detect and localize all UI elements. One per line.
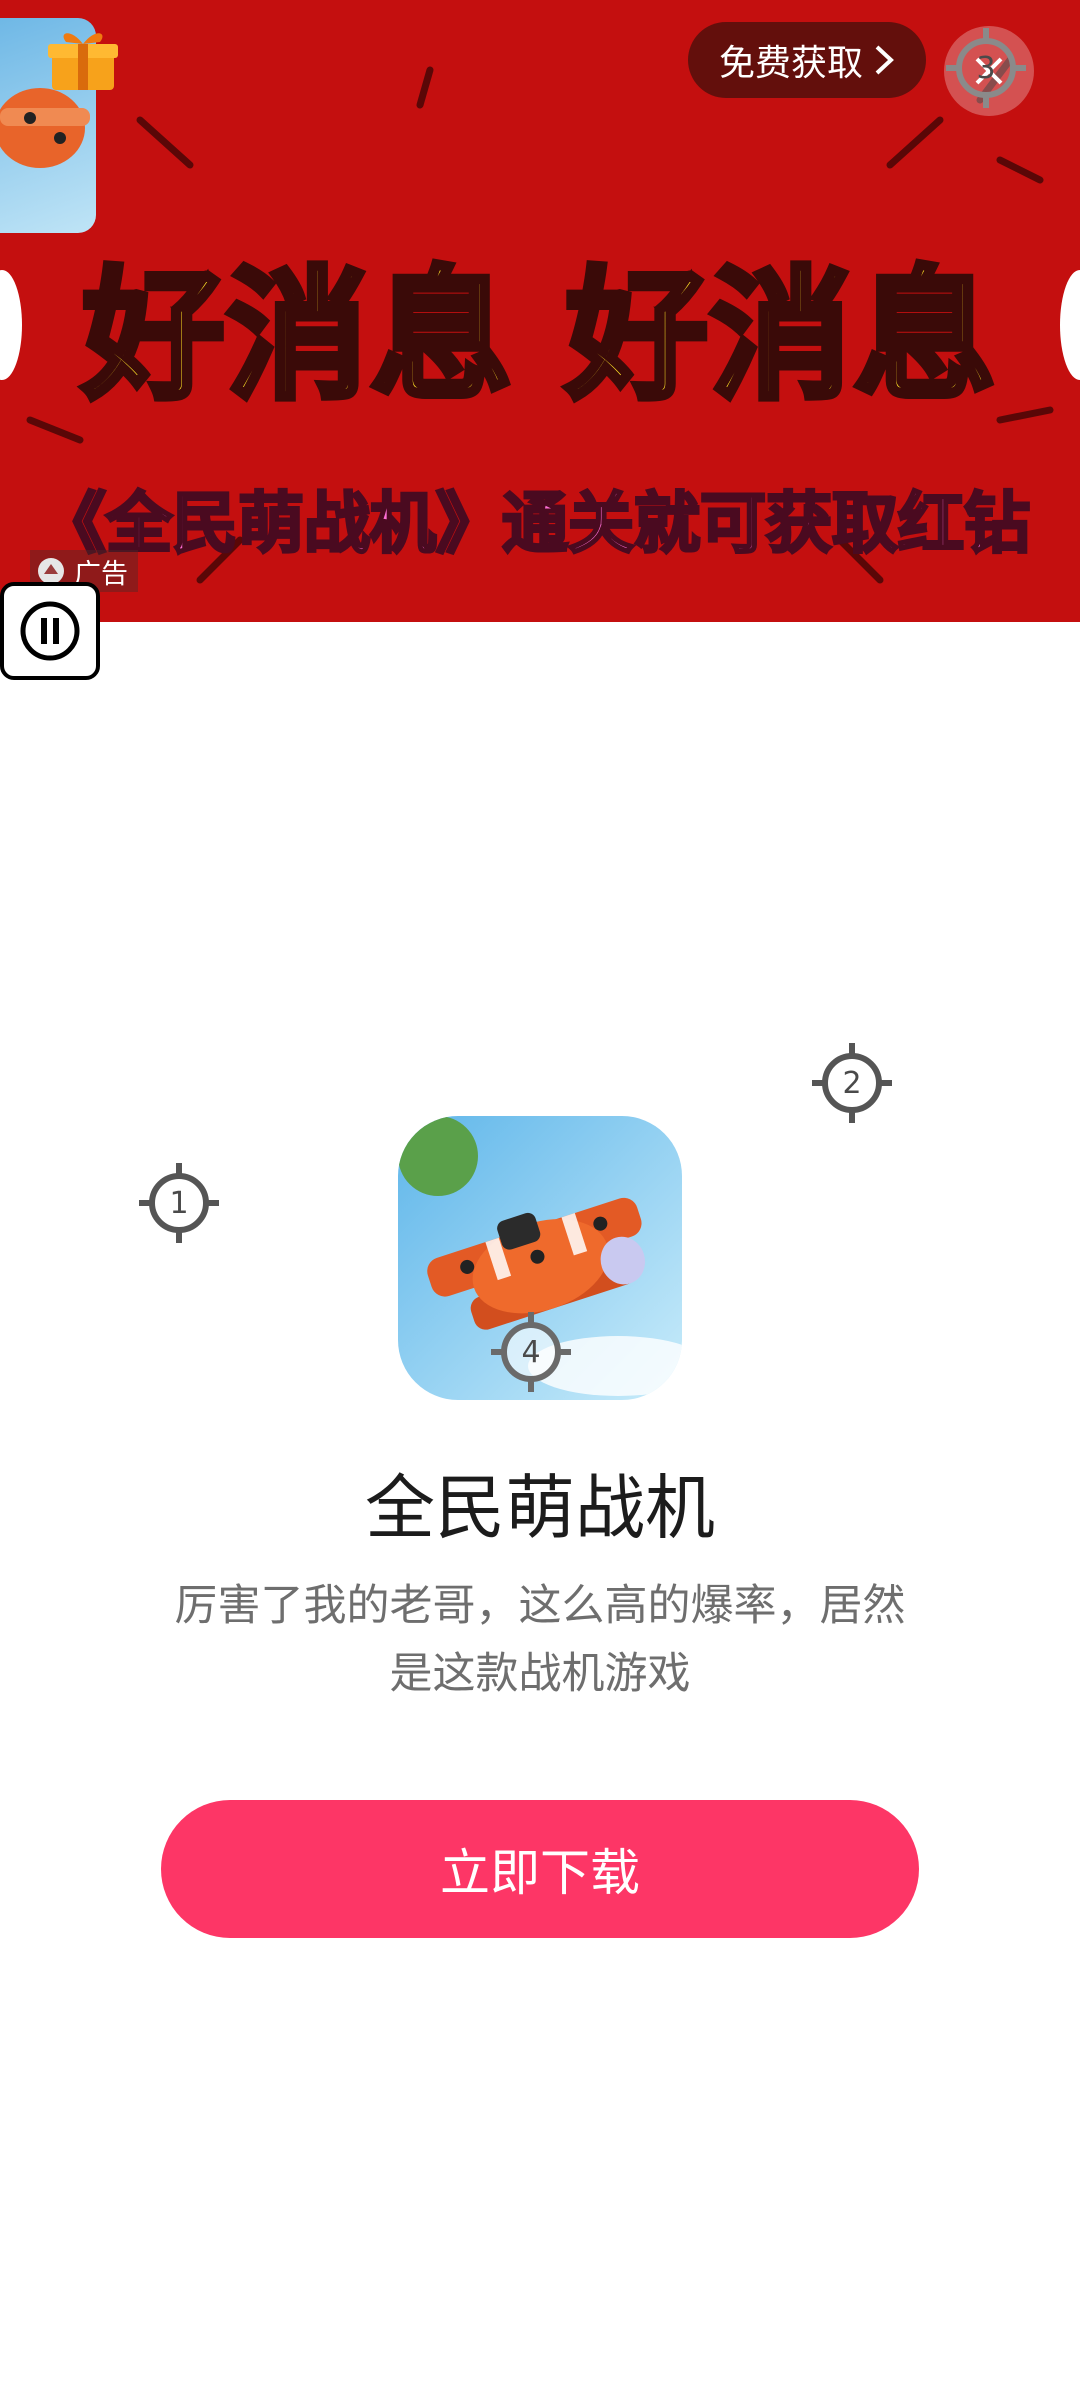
marker-2: 2: [812, 1043, 892, 1123]
marker-1: 1: [139, 1163, 219, 1243]
app-name: 全民萌战机: [365, 1467, 715, 1549]
free-get-label: 免费获取: [718, 43, 863, 84]
chevron-right-icon: [875, 45, 894, 75]
banner-subline: 《全民萌战机》通关就可获取红钻: [39, 484, 1032, 564]
marker-3-number: 3: [976, 50, 996, 86]
app-description: 厉害了我的老哥，这么高的爆率，居然是这款战机游戏: [174, 1581, 906, 1699]
marker-2-number: 2: [842, 1065, 862, 1101]
marker-4-number: 4: [521, 1334, 541, 1370]
download-button[interactable]: 立即下载: [161, 1800, 919, 1938]
pause-icon: [20, 601, 80, 661]
marker-1-number: 1: [169, 1185, 189, 1221]
gift-icon: [48, 33, 118, 90]
marker-3: 3: [946, 28, 1026, 108]
ad-banner[interactable]: 好消息 好消息 《全民萌战机》通关就可获取红钻 免费获取 广告: [0, 0, 1080, 622]
pause-button[interactable]: [0, 582, 100, 680]
banner-headline: 好消息 好消息: [79, 251, 998, 422]
marker-4: 4: [491, 1312, 571, 1392]
free-get-button[interactable]: 免费获取: [688, 22, 926, 98]
